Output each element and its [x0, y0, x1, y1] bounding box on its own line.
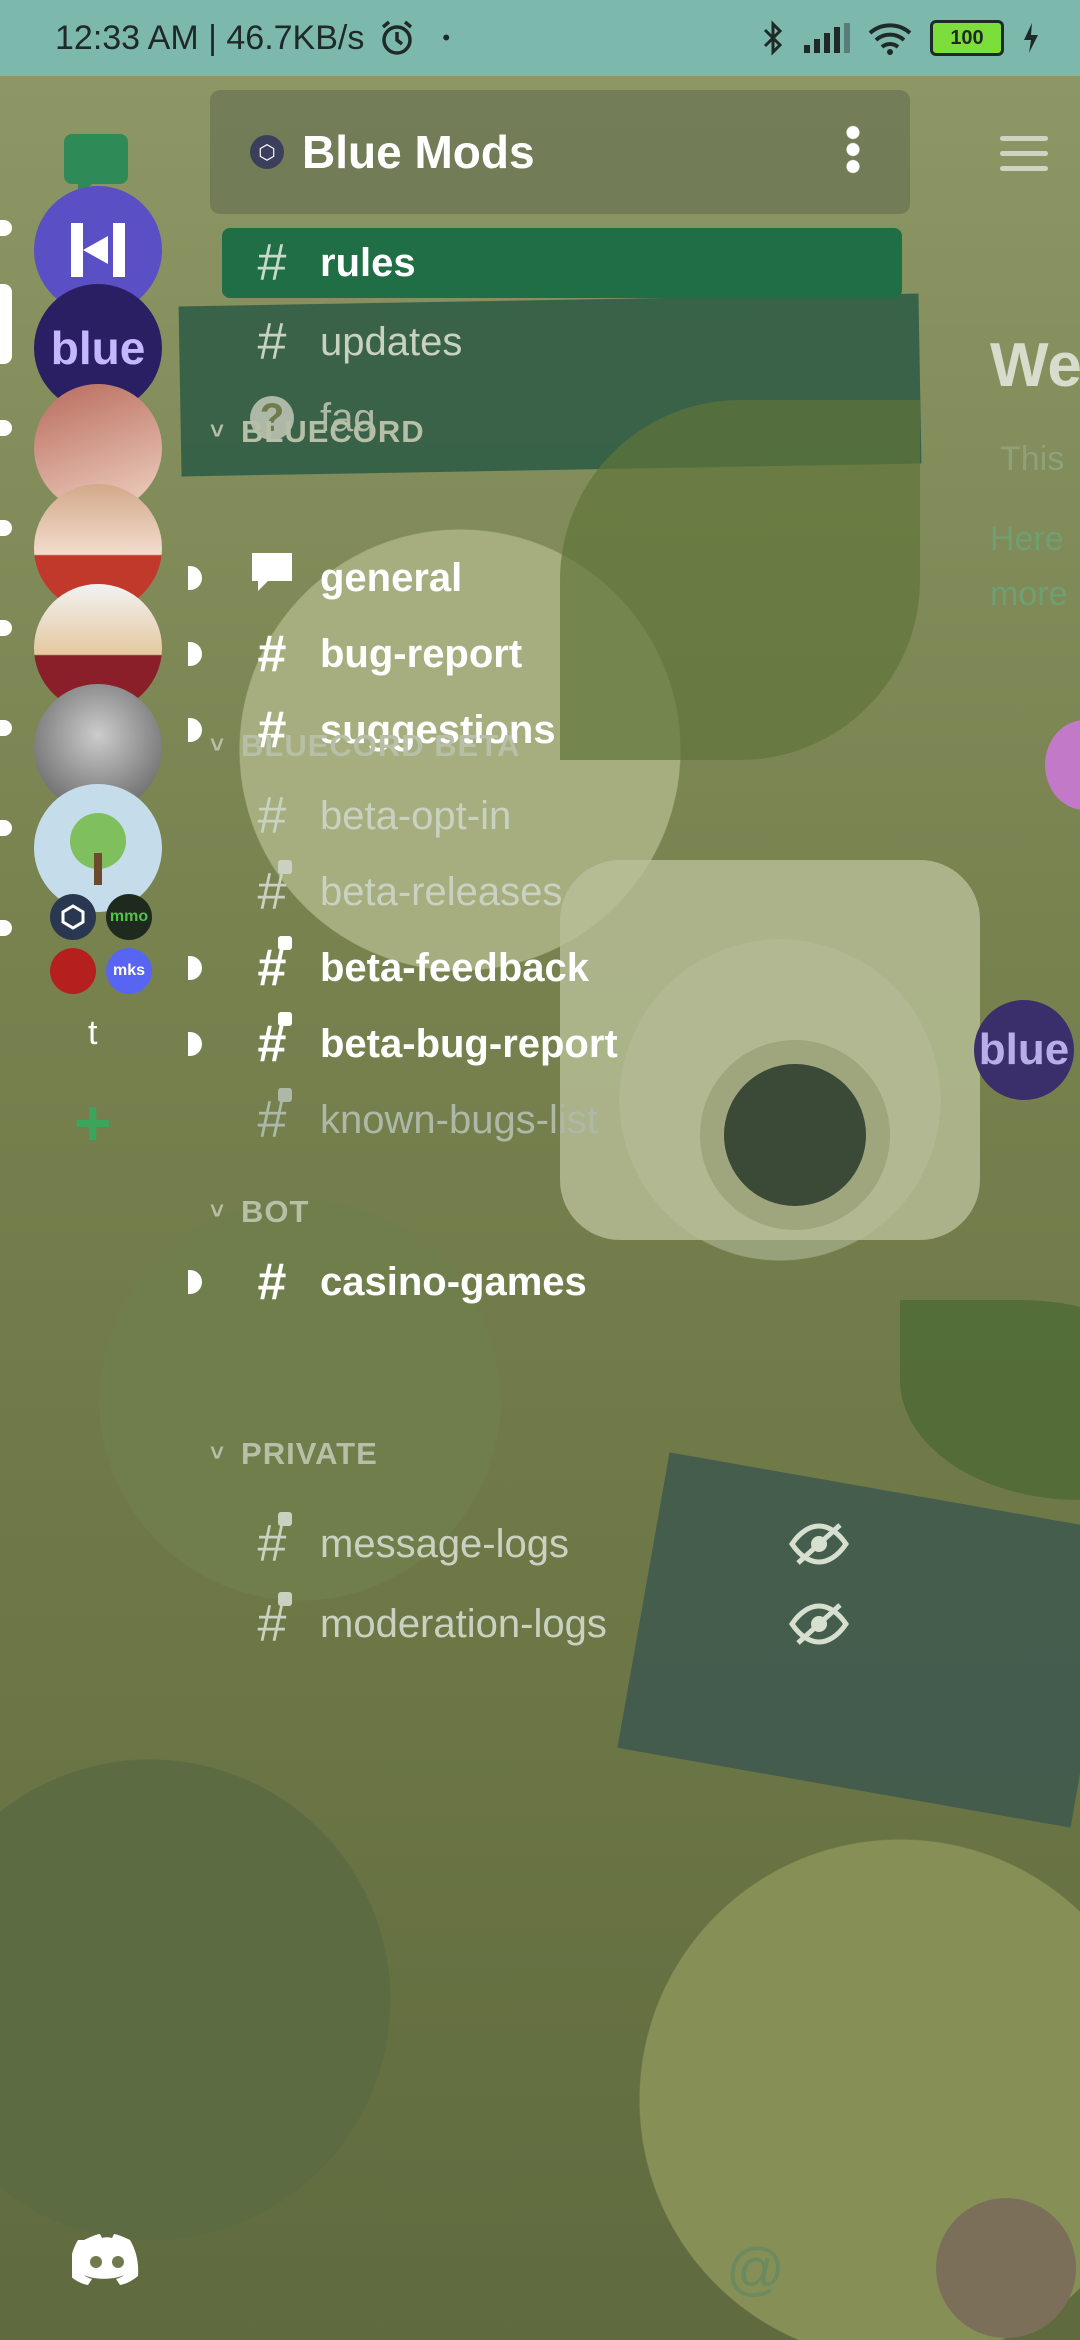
unread-pill — [0, 220, 12, 236]
channel-label: rules — [320, 240, 416, 285]
shield-icon: ⬡ — [250, 135, 284, 169]
chat-bubble-icon — [242, 548, 302, 608]
category-bluecord[interactable]: ˅ BLUECORD — [210, 414, 425, 450]
locked-hash-icon: # — [242, 860, 302, 922]
locked-hash-icon: # — [242, 1088, 302, 1150]
eye-slash-icon[interactable] — [788, 1599, 850, 1649]
folder-server-1[interactable] — [50, 894, 96, 940]
wifi-icon — [868, 23, 912, 55]
peek-avatar — [1045, 720, 1080, 810]
server-rail: blue mmo mks t + — [0, 76, 200, 2340]
h-logo-icon — [71, 223, 125, 277]
add-server-button[interactable]: + — [74, 1086, 111, 1160]
chevron-down-icon: ˅ — [210, 732, 226, 759]
channel-label: beta-releases — [320, 869, 563, 914]
unread-pill — [0, 820, 12, 836]
peek-line-3: more — [990, 575, 1068, 613]
unread-pill — [0, 520, 12, 536]
eye-slash-icon[interactable] — [788, 1519, 850, 1569]
user-avatar[interactable] — [936, 2198, 1076, 2338]
category-label: PRIVATE — [241, 1436, 378, 1471]
unread-dot — [188, 718, 202, 742]
category-label: BLUECORD — [241, 414, 425, 449]
channel-label: moderation-logs — [320, 1601, 607, 1646]
hash-icon: # — [257, 234, 287, 292]
channel-known-bugs-list[interactable]: # known-bugs-list — [200, 1072, 920, 1168]
chevron-down-icon: ˅ — [210, 418, 226, 445]
locked-hash-icon: # — [242, 1012, 302, 1074]
signal-icon — [804, 23, 850, 53]
background-leaf-2 — [900, 1300, 1080, 1500]
folder-server-3[interactable] — [50, 948, 96, 994]
tree-icon — [70, 813, 126, 885]
more-options-icon[interactable] — [846, 124, 860, 174]
channel-label: bug-report — [320, 631, 523, 676]
status-time: 12:33 AM | 46.7KB/s — [55, 18, 365, 57]
unread-dot — [188, 642, 202, 666]
locked-hash-icon: # — [242, 1592, 302, 1654]
menu-icon[interactable] — [1000, 136, 1048, 172]
bluetooth-icon — [763, 20, 783, 56]
notification-dot: • — [442, 25, 451, 50]
category-bot[interactable]: ˅ BOT — [210, 1194, 309, 1230]
hash-icon: # — [257, 787, 287, 845]
hash-icon: # — [257, 313, 287, 371]
category-private[interactable]: ˅ PRIVATE — [210, 1436, 378, 1472]
server-name: Blue Mods — [302, 126, 535, 178]
folder-server-mks[interactable]: mks — [106, 948, 152, 994]
peek-blue-badge: blue — [974, 1000, 1074, 1100]
battery-icon: 100 — [930, 20, 1004, 56]
channel-label: beta-opt-in — [320, 793, 512, 838]
channel-label: casino-games — [320, 1259, 587, 1304]
alarm-icon — [382, 20, 413, 55]
channel-label: beta-bug-report — [320, 1021, 618, 1066]
channel-label: updates — [320, 319, 463, 364]
hash-icon: # — [257, 625, 287, 683]
server-header[interactable]: ⬡ Blue Mods — [210, 90, 910, 214]
channel-label: general — [320, 555, 463, 600]
peek-line-1: This — [1000, 440, 1065, 478]
hexagon-icon — [61, 904, 85, 930]
channel-label: message-logs — [320, 1521, 570, 1566]
chevron-down-icon: ˅ — [210, 1198, 226, 1225]
unread-pill — [0, 720, 12, 736]
channel-moderation-logs[interactable]: # moderation-logs — [200, 1576, 920, 1672]
unread-pill — [0, 420, 12, 436]
category-label: BLUECORD BETA — [241, 728, 521, 763]
status-bar: 12:33 AM | 46.7KB/s • 100 — [0, 0, 1080, 76]
direct-messages-icon[interactable] — [64, 134, 128, 198]
category-bluecord-beta[interactable]: ˅ BLUECORD BETA — [210, 728, 520, 764]
text-server-icon[interactable]: t — [88, 1014, 97, 1053]
chevron-down-icon: ˅ — [210, 1440, 226, 1467]
peek-line-2: Here — [990, 520, 1064, 558]
channel-rules[interactable]: # rules — [222, 228, 902, 298]
discord-home-icon[interactable] — [72, 2232, 142, 2286]
unread-dot — [188, 1032, 202, 1056]
charging-icon — [1024, 23, 1038, 53]
locked-hash-icon: # — [242, 936, 302, 998]
channel-panel: ⬡ Blue Mods # rules # updates ? faq ˅ BL… — [188, 76, 920, 2340]
channel-label: known-bugs-list — [320, 1097, 598, 1142]
selected-pill — [0, 284, 12, 364]
unread-dot — [188, 566, 202, 590]
unread-pill — [0, 920, 12, 936]
server-icon-tree[interactable] — [34, 784, 162, 912]
peek-welcome-title: We — [990, 331, 1080, 400]
channel-label: beta-feedback — [320, 945, 589, 990]
unread-pill — [0, 620, 12, 636]
folder-server-mmo[interactable]: mmo — [106, 894, 152, 940]
hash-icon: # — [257, 1253, 287, 1311]
mentions-icon[interactable]: @ — [726, 2236, 785, 2303]
locked-hash-icon: # — [242, 1512, 302, 1574]
unread-dot — [188, 956, 202, 980]
channel-casino-games[interactable]: # casino-games — [188, 1234, 920, 1330]
category-label: BOT — [241, 1194, 310, 1229]
unread-dot — [188, 1270, 202, 1294]
